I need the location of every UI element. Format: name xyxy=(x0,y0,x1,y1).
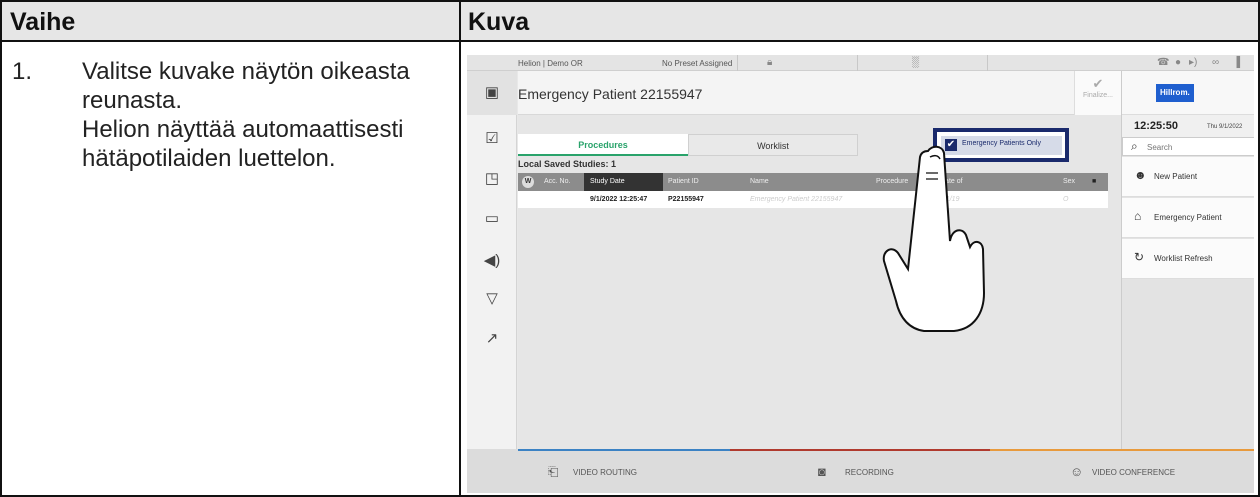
conference-accent xyxy=(990,449,1254,451)
clipboard-icon[interactable]: ☑ xyxy=(467,129,517,147)
col-name[interactable]: Name xyxy=(750,178,769,185)
cell-name: Emergency Patient 22155947 xyxy=(750,196,843,203)
finalize-label: Finalize... xyxy=(1083,92,1113,99)
add-user-icon: ☻ xyxy=(1134,168,1147,182)
cell-patient-id: P22155947 xyxy=(668,196,704,203)
new-patient-button[interactable]: ☻ New Patient xyxy=(1122,157,1254,197)
col-study-date[interactable]: Study Date xyxy=(590,178,625,185)
brand-name: Hillrom. xyxy=(1160,88,1190,97)
finalize-button[interactable]: ✔ Finalize... xyxy=(1074,71,1121,115)
local-saved-count: Local Saved Studies: 1 xyxy=(518,159,617,169)
room-name: Helion | Demo OR xyxy=(518,59,583,68)
divider xyxy=(737,55,738,71)
camera-icon[interactable]: ↗ xyxy=(467,329,517,347)
usb-icon: ▐ xyxy=(1233,57,1241,68)
emergency-patient-label: Emergency Patient xyxy=(1154,213,1222,222)
emergency-patient-button[interactable]: ⌂ Emergency Patient xyxy=(1122,198,1254,238)
search-input[interactable] xyxy=(1147,142,1247,153)
step-line: hätäpotilaiden luettelon. xyxy=(82,145,336,172)
divider xyxy=(857,55,858,71)
col-patient-id[interactable]: Patient ID xyxy=(668,178,699,185)
left-nav: ▣ ☑ ◳ ▭ ◀) ▽ ↗ xyxy=(467,71,517,449)
step-number: 1. xyxy=(12,58,33,85)
finalize-icon: ✔ xyxy=(1092,76,1104,91)
search-field[interactable]: ⌕ xyxy=(1122,137,1254,156)
col-acc-no[interactable]: Acc. No. xyxy=(544,178,570,185)
column-divider xyxy=(459,2,461,495)
tab-procedures[interactable]: Procedures xyxy=(518,134,688,156)
light-icon[interactable]: ▽ xyxy=(467,289,517,307)
worklist-refresh-button[interactable]: ↻ Worklist Refresh xyxy=(1122,239,1254,279)
patient-title: Emergency Patient 22155947 xyxy=(518,86,703,102)
brand-area: Hillrom. xyxy=(1122,71,1254,115)
routing-accent xyxy=(518,449,730,451)
right-panel: Hillrom. 12:25:50 Thu 9/1/2022 ⌕ ☻ New P… xyxy=(1121,71,1254,449)
clock: 12:25:50 Thu 9/1/2022 xyxy=(1122,115,1254,137)
step-line: reunasta. xyxy=(82,87,183,114)
glasses-icon: ∞ xyxy=(1212,57,1220,68)
patient-header: Emergency Patient 22155947 ✔ Finalize... xyxy=(518,71,1121,115)
video-conference-button[interactable]: ☺ VIDEO CONFERENCE xyxy=(990,449,1254,493)
layout-icon[interactable]: ◳ xyxy=(467,169,517,187)
phone-icon[interactable]: ☎ xyxy=(1157,57,1169,68)
cell-study-date: 9/1/2022 12:25:47 xyxy=(590,196,648,203)
bottom-bar: ⎗ VIDEO ROUTING ◙ RECORDING ☺ VIDEO CONF… xyxy=(467,449,1254,493)
header-step: Vaihe xyxy=(10,8,76,36)
recording-icon: ◙ xyxy=(818,464,826,479)
clock-date: Thu 9/1/2022 xyxy=(1207,124,1243,130)
folder-icon[interactable]: ■ xyxy=(1092,178,1096,185)
signal-icon: ▸) xyxy=(1189,57,1198,68)
divider xyxy=(987,55,988,71)
recording-accent xyxy=(730,449,990,451)
helion-screenshot: Helion | Demo OR No Preset Assigned 🔒︎ ░… xyxy=(467,55,1254,493)
table-row[interactable]: 9/1/2022 12:25:47 P22155947 Emergency Pa… xyxy=(518,191,1108,208)
worklist-refresh-label: Worklist Refresh xyxy=(1154,254,1213,263)
search-icon: ⌕ xyxy=(1131,139,1138,153)
worklist-w-icon[interactable]: W xyxy=(522,176,534,188)
status-bar: Helion | Demo OR No Preset Assigned 🔒︎ ░… xyxy=(467,55,1254,71)
routing-icon: ⎗ xyxy=(548,464,559,479)
clock-time: 12:25:50 xyxy=(1134,120,1179,132)
table-header-row xyxy=(2,2,1258,42)
refresh-icon: ↻ xyxy=(1134,250,1145,264)
preset-status: No Preset Assigned xyxy=(662,59,733,68)
main-panel: Emergency Patient 22155947 ✔ Finalize...… xyxy=(518,71,1121,449)
hillrom-logo: Hillrom. xyxy=(1156,84,1194,102)
recording-button[interactable]: ◙ RECORDING xyxy=(730,449,990,493)
recording-label: RECORDING xyxy=(845,468,894,477)
record-dot-icon: ● xyxy=(1175,57,1182,68)
monitor-icon[interactable]: ▭ xyxy=(467,209,517,227)
video-routing-label: VIDEO ROUTING xyxy=(573,468,638,477)
video-routing-button[interactable]: ⎗ VIDEO ROUTING xyxy=(518,449,730,493)
step-line: Helion näyttää automaattisesti xyxy=(82,116,404,143)
video-conference-label: VIDEO CONFERENCE xyxy=(1092,468,1176,477)
tab-worklist[interactable]: Worklist xyxy=(688,134,858,156)
patient-card-icon[interactable]: ▣ xyxy=(467,71,517,115)
step-line: Valitse kuvake näytön oikeasta xyxy=(82,58,410,85)
emergency-icon: ⌂ xyxy=(1134,209,1142,223)
new-patient-label: New Patient xyxy=(1154,172,1198,181)
hand-pointer-icon xyxy=(882,145,986,332)
table-header: W Acc. No. Study Date Patient ID Name Pr… xyxy=(518,173,1108,191)
header-image: Kuva xyxy=(468,8,530,36)
cell-sex: O xyxy=(1063,196,1069,203)
staff-icon[interactable]: ░ xyxy=(912,57,919,68)
step-instructions: Valitse kuvake näytön oikeasta reunasta.… xyxy=(82,57,452,173)
conference-icon: ☺ xyxy=(1070,464,1084,479)
col-sex[interactable]: Sex xyxy=(1063,178,1075,185)
speaker-icon[interactable]: ◀) xyxy=(467,251,517,269)
lock-icon[interactable]: 🔒︎ xyxy=(767,57,772,68)
